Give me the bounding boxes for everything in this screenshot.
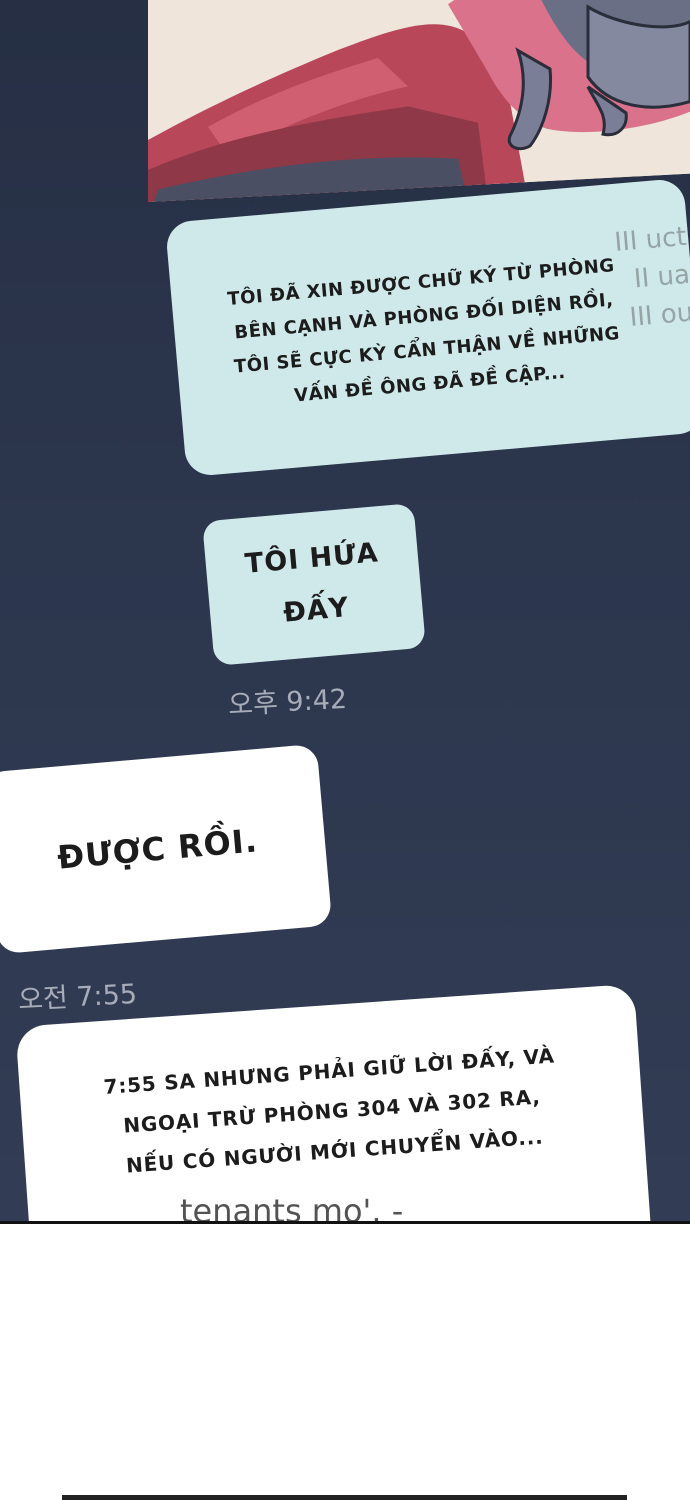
timestamp-2: 오전 7:55 bbox=[17, 978, 138, 1017]
message-text-2: TÔI HỨA ĐẤY bbox=[243, 536, 380, 629]
cat-on-blanket-illustration bbox=[148, 0, 690, 202]
message-text-3: ĐƯỢC RỒI. bbox=[55, 821, 260, 877]
timestamp-1: 오후 9:42 bbox=[227, 683, 348, 722]
bleed-through-text: III uct II ua III ou bbox=[613, 221, 690, 333]
chat-panel: TÔI ĐÃ XIN ĐƯỢC CHỮ KÝ TỪ PHÒNG BÊN CẠNH… bbox=[0, 0, 690, 1222]
illustration-panel bbox=[148, 0, 690, 202]
message-text-4: 7:55 SA NHƯNG PHẢI GIỮ LỜI ĐẤY, VÀ NGOẠI… bbox=[102, 1043, 556, 1178]
bleed-through-text-bottom: tenants mo'. - bbox=[180, 1192, 404, 1222]
message-bubble-received-1: ĐƯỢC RỒI. bbox=[0, 743, 333, 955]
message-bubble-sent-2: TÔI HỨA ĐẤY bbox=[202, 503, 426, 666]
bottom-edge-line bbox=[62, 1495, 627, 1500]
message-text-1: TÔI ĐÃ XIN ĐƯỢC CHỮ KÝ TỪ PHÒNG BÊN CẠNH… bbox=[226, 254, 621, 406]
message-bubble-received-2: 7:55 SA NHƯNG PHẢI GIỮ LỜI ĐẤY, VÀ NGOẠI… bbox=[15, 983, 655, 1222]
panel-divider bbox=[0, 1221, 690, 1224]
